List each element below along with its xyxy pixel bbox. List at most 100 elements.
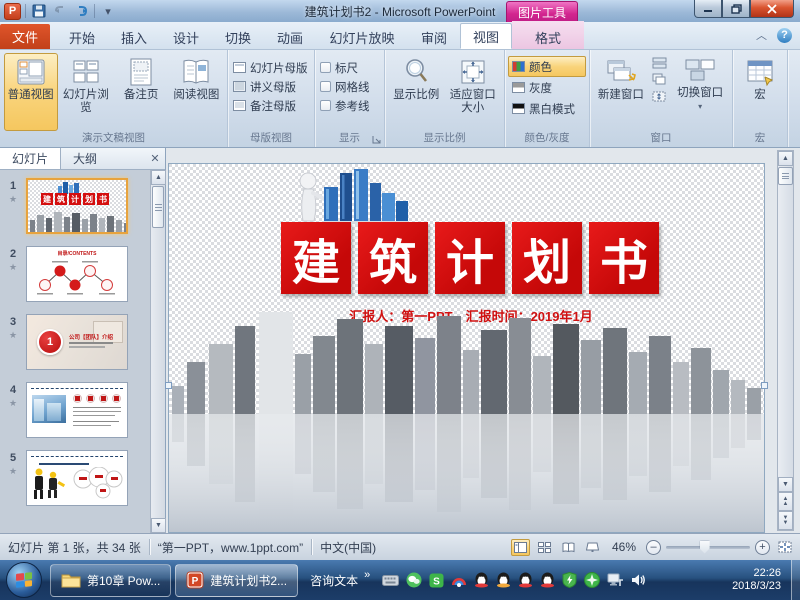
move-split-icon[interactable] <box>652 90 667 103</box>
tab-outline[interactable]: 大纲 <box>61 148 109 169</box>
qq-icon[interactable] <box>474 572 489 588</box>
minimize-button[interactable] <box>694 0 722 18</box>
animation-star-icon[interactable]: ★ <box>9 330 17 341</box>
normal-view-toggle[interactable] <box>511 539 530 556</box>
taskbar-toolbar-text[interactable]: 咨询文本 <box>310 572 358 589</box>
new-window-button[interactable]: 新建窗口 <box>595 53 647 131</box>
language-indicator[interactable]: 中文(中国) <box>320 539 376 556</box>
show-desktop-button[interactable] <box>791 560 800 600</box>
notes-master-button[interactable]: 备注母版 <box>231 96 311 115</box>
slide-canvas[interactable]: 建 筑 计 划 书 汇报人：第一PPT 汇报时间：2019年1月 <box>168 163 765 533</box>
security-shield-icon[interactable] <box>562 572 577 588</box>
scroll-down-icon[interactable]: ▼ <box>151 518 166 533</box>
close-panel-icon[interactable]: ✕ <box>145 148 165 169</box>
main-scrollbar[interactable]: ▲ ▼ ▲▲ ▼▼ <box>777 150 794 531</box>
wechat-icon[interactable] <box>406 572 422 588</box>
macros-button[interactable]: 宏 <box>737 53 783 131</box>
powerpoint-app-icon[interactable]: P <box>4 3 21 20</box>
overflow-chevron-icon[interactable]: » <box>364 569 370 581</box>
normal-view-button[interactable]: 普通视图 <box>4 53 58 131</box>
zoom-slider-thumb[interactable] <box>700 541 710 554</box>
start-button[interactable] <box>6 562 42 598</box>
scrollbar-thumb[interactable] <box>778 167 793 185</box>
slide-thumbnail-1[interactable]: 1 ★ 建 筑 计 划 书 <box>0 178 150 234</box>
scroll-down-icon[interactable]: ▼ <box>778 477 793 492</box>
fit-slide-to-window-button[interactable] <box>775 539 794 556</box>
qq-icon[interactable] <box>496 572 511 588</box>
zoom-out-button[interactable]: – <box>646 540 661 555</box>
sogou-icon[interactable]: S <box>429 573 444 588</box>
handout-master-button[interactable]: 讲义母版 <box>231 77 311 96</box>
next-slide-button[interactable]: ▼▼ <box>778 511 793 530</box>
zoom-in-button[interactable]: + <box>755 540 770 555</box>
save-icon[interactable] <box>30 3 48 20</box>
slide-sorter-toggle[interactable] <box>535 539 554 556</box>
notes-page-button[interactable]: 备注页 <box>114 53 168 131</box>
reading-view-toggle[interactable] <box>559 539 578 556</box>
animation-star-icon[interactable]: ★ <box>9 466 17 477</box>
undo-icon[interactable] <box>51 3 69 20</box>
collapse-ribbon-icon[interactable]: ︿ <box>756 27 767 43</box>
tab-slideshow[interactable]: 幻灯片放映 <box>316 25 408 49</box>
scrollbar-thumb[interactable] <box>152 186 164 228</box>
tab-slides[interactable]: 幻灯片 <box>0 148 61 169</box>
show-dialog-launcher-icon[interactable] <box>372 135 382 145</box>
slide-thumbnail-3[interactable]: 3 ★ 1 公司【团队】介绍 <box>0 314 150 370</box>
selection-handle-right[interactable] <box>761 382 768 389</box>
taskbar-app-powerpoint[interactable]: P 建筑计划书2... <box>175 564 298 597</box>
slides-panel-scrollbar[interactable]: ▲ ▼ <box>150 170 165 533</box>
qq-icon[interactable] <box>518 572 533 588</box>
switch-windows-button[interactable]: 切换窗口 ▾ <box>673 53 727 131</box>
zoom-slider[interactable] <box>666 546 750 549</box>
tab-transitions[interactable]: 切换 <box>212 25 264 49</box>
animation-star-icon[interactable]: ★ <box>9 194 17 205</box>
zoom-percentage[interactable]: 46% <box>607 540 641 554</box>
tab-insert[interactable]: 插入 <box>108 25 160 49</box>
ruler-checkbox[interactable]: 标尺 <box>318 58 381 77</box>
guides-checkbox[interactable]: 参考线 <box>318 96 381 115</box>
fit-to-window-button[interactable]: 适应窗口大小 <box>445 53 501 131</box>
cascade-windows-icon[interactable] <box>652 57 667 69</box>
slide-thumbnail-5[interactable]: 5 ★ <box>0 450 150 506</box>
slide-sorter-button[interactable]: 幻灯片浏览 <box>59 53 113 131</box>
scroll-up-icon[interactable]: ▲ <box>778 151 793 166</box>
keyboard-icon[interactable] <box>382 574 399 587</box>
taskbar-clock[interactable]: 22:26 2018/3/23 <box>732 567 781 593</box>
zoom-button[interactable]: 显示比例 <box>388 53 444 131</box>
tab-animations[interactable]: 动画 <box>264 25 316 49</box>
restore-button[interactable] <box>722 0 750 18</box>
scroll-up-icon[interactable]: ▲ <box>151 170 166 185</box>
migratory-bird-icon[interactable] <box>451 573 467 588</box>
arrange-windows-icon[interactable] <box>652 73 667 86</box>
color-button[interactable]: 颜色 <box>508 56 586 77</box>
redo-icon[interactable] <box>72 3 90 20</box>
volume-icon[interactable] <box>631 573 646 587</box>
animation-star-icon[interactable]: ★ <box>9 398 17 409</box>
tab-review[interactable]: 审阅 <box>408 25 460 49</box>
qq-icon[interactable] <box>540 572 555 588</box>
help-icon[interactable]: ? <box>777 28 792 43</box>
slide-thumbnail-2[interactable]: 2 ★ 目录/CONTENTS <box>0 246 150 302</box>
slideshow-toggle[interactable] <box>583 539 602 556</box>
tab-file[interactable]: 文件 <box>0 24 50 49</box>
previous-slide-button[interactable]: ▲▲ <box>778 492 793 511</box>
tab-format[interactable]: 格式 <box>512 25 584 49</box>
taskbar-app-folder[interactable]: 第10章 Pow... <box>50 564 171 597</box>
grayscale-button[interactable]: 灰度 <box>508 77 586 98</box>
reading-view-button[interactable]: 阅读视图 <box>169 53 223 131</box>
selection-handle-left[interactable] <box>165 382 172 389</box>
close-button[interactable] <box>750 0 794 18</box>
slide-master-button[interactable]: 幻灯片母版 <box>231 58 311 77</box>
animation-star-icon[interactable]: ★ <box>9 262 17 273</box>
black-white-button[interactable]: 黑白模式 <box>508 98 586 119</box>
tab-design[interactable]: 设计 <box>160 25 212 49</box>
network-icon[interactable] <box>607 573 624 587</box>
slide-thumbnail-4[interactable]: 4 ★ <box>0 382 150 438</box>
slide-title[interactable]: 建 筑 计 划 书 <box>281 222 659 294</box>
tab-view[interactable]: 视图 <box>460 23 512 49</box>
gridlines-checkbox[interactable]: 网格线 <box>318 77 381 96</box>
antivirus-ball-icon[interactable] <box>584 572 600 588</box>
group-label-color-grayscale: 颜色/灰度 <box>505 131 589 147</box>
customize-qat-dropdown-icon[interactable]: ▾ <box>99 3 117 20</box>
tab-home[interactable]: 开始 <box>56 25 108 49</box>
